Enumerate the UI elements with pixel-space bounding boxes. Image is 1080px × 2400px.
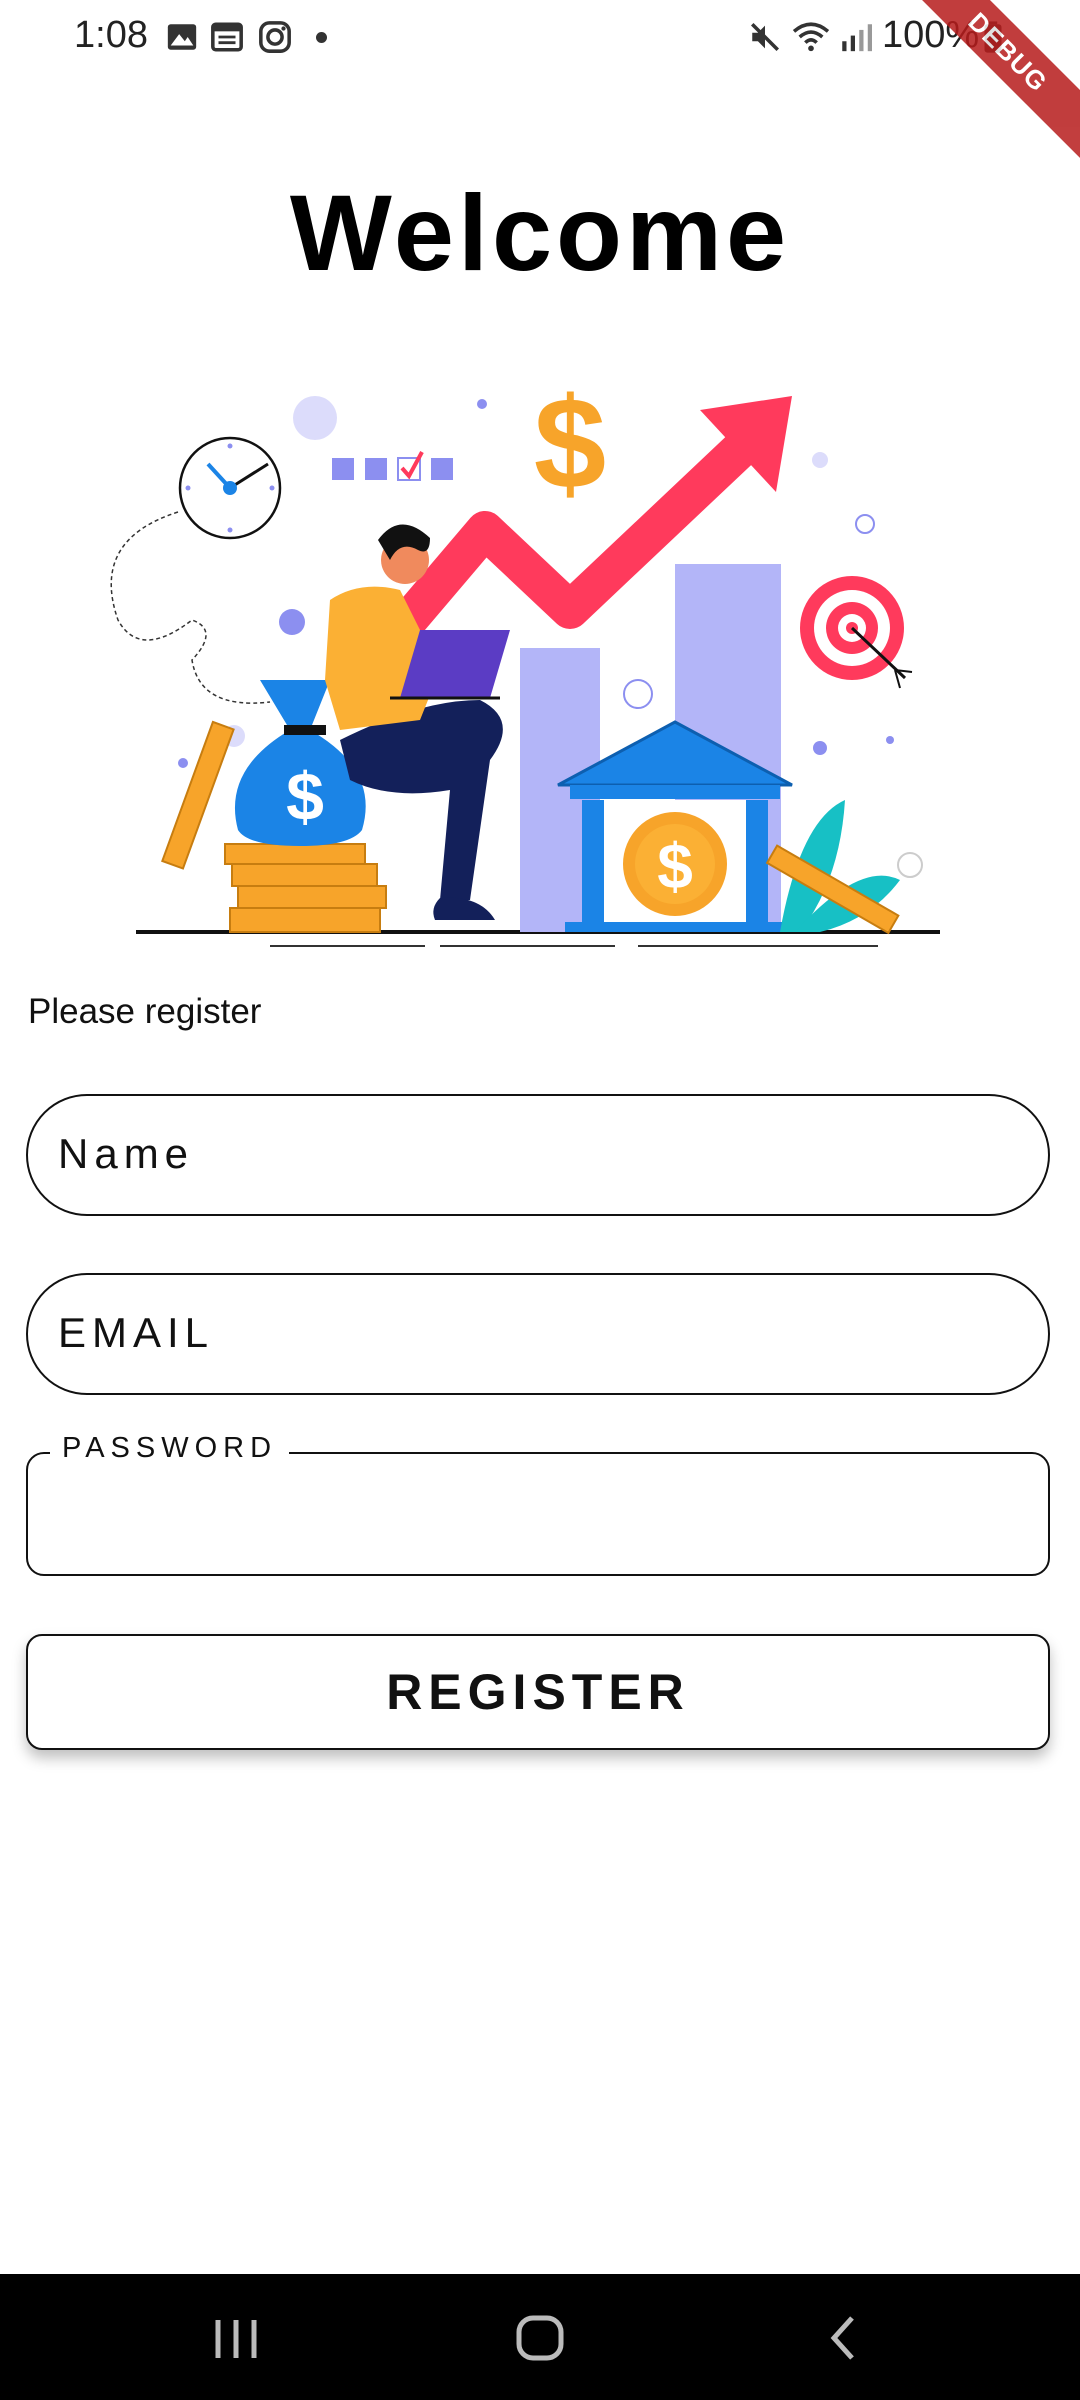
clock-icon [178, 436, 282, 540]
email-placeholder: EMAIL [58, 1309, 215, 1356]
name-field[interactable]: Name [26, 1094, 1050, 1216]
finance-illustration: $ $ $ [110, 380, 940, 947]
svg-text:$: $ [286, 759, 324, 835]
name-placeholder: Name [58, 1130, 195, 1177]
target-icon [800, 576, 913, 689]
register-button[interactable]: REGISTER [26, 1634, 1050, 1750]
notification-dot [316, 32, 327, 43]
instagram-icon [259, 21, 291, 53]
status-time: 1:08 [74, 14, 148, 56]
wifi-icon [792, 22, 830, 52]
password-field[interactable]: PASSWORD [26, 1432, 1050, 1576]
signal-icon [842, 24, 872, 52]
navigation-bar [0, 2274, 1080, 2400]
svg-text:$: $ [534, 380, 606, 516]
svg-text:$: $ [657, 830, 693, 902]
password-label: PASSWORD [50, 1432, 290, 1465]
back-icon[interactable] [772, 2274, 912, 2400]
calendar-icon [211, 22, 243, 52]
status-bar: 1:08 100% [0, 0, 1080, 76]
mute-icon [750, 22, 780, 52]
gallery-icon [167, 24, 197, 50]
page-title: Welcome [289, 172, 791, 293]
home-icon[interactable] [470, 2274, 610, 2400]
recent-apps-icon[interactable] [166, 2274, 306, 2400]
email-field[interactable]: EMAIL [26, 1273, 1050, 1395]
register-prompt: Please register [28, 992, 262, 1031]
